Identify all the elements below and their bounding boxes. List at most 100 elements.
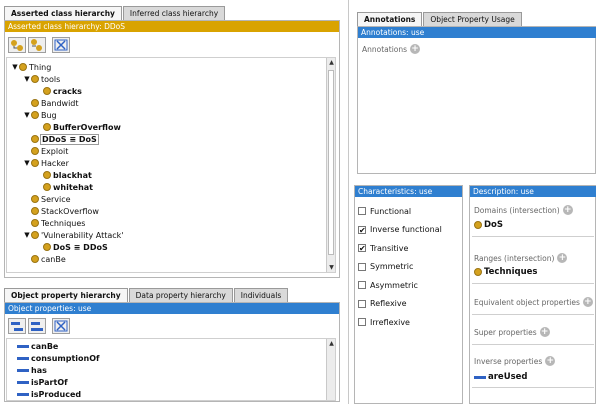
- characteristic-irreflexive[interactable]: Irreflexive: [358, 316, 410, 328]
- class-tree-node[interactable]: ▼ 'Vulnerability Attack': [23, 229, 124, 241]
- range-entry[interactable]: Techniques: [474, 267, 537, 277]
- class-icon: [31, 75, 39, 83]
- class-icon: [474, 221, 482, 229]
- tab-asserted-class-hierarchy[interactable]: Asserted class hierarchy: [4, 6, 122, 20]
- class-tree-node[interactable]: ▼ Hacker: [23, 157, 69, 169]
- class-tree-label: Bandwidt: [41, 98, 79, 108]
- class-tree-node[interactable]: ▼ Thing: [11, 61, 51, 73]
- checkbox-icon[interactable]: ✔: [358, 225, 366, 234]
- delete-class-button[interactable]: [52, 37, 70, 53]
- class-tree-node[interactable]: cracks: [35, 85, 82, 97]
- class-tree-node[interactable]: blackhat: [35, 169, 92, 181]
- checkbox-icon[interactable]: [358, 262, 366, 271]
- object-property-item[interactable]: isPartOf: [17, 376, 68, 388]
- class-tree-scrollbar[interactable]: ▲ ▼: [326, 58, 335, 272]
- object-property-item[interactable]: has: [17, 364, 47, 376]
- characteristic-reflexive[interactable]: Reflexive: [358, 298, 407, 310]
- domain-entry[interactable]: DoS: [474, 220, 503, 230]
- object-property-item[interactable]: canBe: [17, 340, 58, 352]
- characteristic-symmetric[interactable]: Symmetric: [358, 261, 413, 273]
- class-tree-label: Service: [41, 194, 71, 204]
- domains-section: Domains (intersection) +: [474, 205, 573, 215]
- object-property-label: isPartOf: [31, 377, 68, 387]
- class-tree-node[interactable]: canBe: [23, 253, 66, 265]
- delete-property-button[interactable]: [52, 318, 70, 334]
- class-tree-label: Exploit: [41, 146, 69, 156]
- add-sibling-class-icon: [31, 39, 42, 51]
- tab-annotations[interactable]: Annotations: [357, 12, 423, 26]
- class-tree-label: Thing: [29, 62, 52, 72]
- class-icon: [474, 268, 482, 276]
- checkbox-icon[interactable]: [358, 281, 366, 289]
- tab-inferred-class-hierarchy[interactable]: Inferred class hierarchy: [122, 6, 226, 20]
- class-tree-label: Hacker: [41, 158, 69, 168]
- class-tree-node[interactable]: Techniques: [23, 217, 85, 229]
- add-sub-property-button[interactable]: [8, 318, 26, 334]
- scroll-up-icon[interactable]: ▲: [327, 58, 336, 67]
- scroll-down-icon[interactable]: ▼: [327, 263, 336, 272]
- tab-individuals[interactable]: Individuals: [233, 288, 289, 302]
- inverse-property-entry[interactable]: areUsed: [474, 372, 528, 382]
- class-tree-label: DDoS ≡ DoS: [40, 133, 99, 145]
- object-property-label: canBe: [31, 341, 59, 351]
- scroll-thumb[interactable]: [328, 70, 334, 255]
- characteristic-inverse-functional[interactable]: ✔ Inverse functional: [358, 224, 442, 236]
- checkbox-icon[interactable]: [358, 318, 366, 326]
- object-property-item[interactable]: consumptionOf: [17, 352, 100, 364]
- class-icon: [31, 99, 39, 107]
- add-sibling-property-button[interactable]: [28, 318, 46, 334]
- expand-triangle-icon[interactable]: ▼: [23, 159, 31, 167]
- class-tree-node[interactable]: ▼ tools: [23, 73, 60, 85]
- tab-data-property-hierarchy[interactable]: Data property hierarchy: [128, 288, 233, 302]
- add-subclass-button[interactable]: [8, 37, 26, 53]
- expand-triangle-icon[interactable]: ▼: [11, 63, 19, 71]
- checkbox-icon[interactable]: [358, 299, 366, 308]
- characteristic-functional[interactable]: Functional: [358, 205, 411, 217]
- class-tree: ▼ Thing ▼ tools cracks Bandwidt ▼ Bug BufferOver…: [6, 57, 336, 273]
- characteristic-label: Functional: [370, 206, 412, 216]
- add-domain-icon[interactable]: +: [562, 205, 573, 215]
- class-tree-label: StackOverflow: [41, 206, 99, 216]
- class-tree-node[interactable]: whitehat: [35, 181, 93, 193]
- class-icon: [31, 219, 39, 227]
- add-annotation-icon[interactable]: +: [410, 44, 421, 54]
- class-tree-node[interactable]: DDoS ≡ DoS: [23, 133, 99, 145]
- class-tree-node[interactable]: BufferOverflow: [35, 121, 121, 133]
- class-tree-node[interactable]: Bandwidt: [23, 97, 79, 109]
- add-equivalent-property-icon[interactable]: +: [582, 297, 593, 307]
- add-sibling-class-button[interactable]: [28, 37, 46, 53]
- class-tree-label: 'Vulnerability Attack': [41, 230, 124, 240]
- add-super-property-icon[interactable]: +: [539, 327, 550, 337]
- property-list-scrollbar[interactable]: ▲: [326, 339, 335, 400]
- right-tabs: Annotations Object Property Usage: [357, 12, 522, 26]
- class-tree-node[interactable]: Exploit: [23, 145, 68, 157]
- class-tree-node[interactable]: StackOverflow: [23, 205, 99, 217]
- checkbox-icon[interactable]: [358, 207, 366, 215]
- splitter[interactable]: [348, 0, 349, 404]
- class-tree-label: BufferOverflow: [53, 122, 121, 132]
- characteristic-asymmetric[interactable]: Asymmetric: [358, 279, 418, 291]
- class-tree-label: cracks: [53, 86, 82, 96]
- checkbox-icon[interactable]: ✔: [358, 244, 366, 253]
- class-tree-node[interactable]: DoS ≡ DDoS: [35, 241, 108, 253]
- characteristic-transitive[interactable]: ✔ Transitive: [358, 242, 408, 254]
- domains-label: Domains (intersection): [474, 205, 560, 215]
- delete-property-icon: [54, 320, 68, 332]
- scroll-up-icon[interactable]: ▲: [327, 339, 336, 348]
- object-property-item[interactable]: isProduced: [17, 388, 81, 400]
- class-tree-node[interactable]: Service: [23, 193, 71, 205]
- class-tree-node[interactable]: ▼ Bug: [23, 109, 56, 121]
- object-property-icon: [17, 368, 29, 372]
- object-properties-header: Object properties: use: [5, 303, 339, 314]
- expand-triangle-icon[interactable]: ▼: [23, 111, 31, 119]
- expand-triangle-icon[interactable]: ▼: [23, 75, 31, 83]
- add-range-icon[interactable]: +: [557, 253, 568, 263]
- class-icon: [31, 195, 39, 203]
- tab-object-property-usage[interactable]: Object Property Usage: [423, 12, 522, 26]
- class-hierarchy-header: Asserted class hierarchy: DDoS: [5, 21, 339, 32]
- object-property-icon: [17, 356, 29, 360]
- tab-object-property-hierarchy[interactable]: Object property hierarchy: [4, 288, 128, 302]
- class-icon: [31, 255, 39, 263]
- expand-triangle-icon[interactable]: ▼: [23, 231, 31, 239]
- add-inverse-property-icon[interactable]: +: [545, 356, 556, 366]
